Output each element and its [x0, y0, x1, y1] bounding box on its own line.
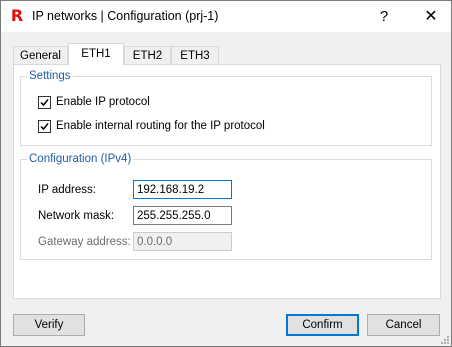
resize-grip-icon[interactable] — [439, 334, 449, 344]
settings-group: Settings Enable IP protocol Enable inter… — [20, 69, 432, 146]
confirm-button[interactable]: Confirm — [286, 314, 359, 336]
configuration-group: Configuration (IPv4) IP address: Network… — [20, 152, 432, 260]
help-button[interactable]: ? — [367, 1, 401, 32]
network-mask-input[interactable] — [133, 206, 232, 225]
enable-routing-checkbox[interactable] — [38, 120, 51, 133]
tab-eth2[interactable]: ETH2 — [124, 46, 171, 64]
ip-address-input[interactable] — [133, 180, 232, 199]
checkmark-icon — [40, 123, 49, 131]
title-bar[interactable]: R IP networks | Configuration (prj-1) ? … — [1, 1, 451, 32]
close-button[interactable]: ✕ — [411, 1, 451, 32]
checkmark-icon — [40, 99, 49, 107]
configuration-legend: Configuration (IPv4) — [27, 152, 134, 166]
settings-legend: Settings — [27, 69, 73, 83]
tab-general[interactable]: General — [13, 46, 68, 64]
tab-panel: Settings Enable IP protocol Enable inter… — [13, 64, 441, 299]
app-logo-icon: R — [10, 6, 24, 25]
verify-button[interactable]: Verify — [13, 314, 85, 336]
enable-ip-checkbox[interactable] — [38, 96, 51, 109]
dialog-window: R IP networks | Configuration (prj-1) ? … — [0, 0, 452, 347]
cancel-button[interactable]: Cancel — [367, 314, 440, 336]
tab-eth3[interactable]: ETH3 — [171, 46, 219, 64]
tab-eth1[interactable]: ETH1 — [68, 43, 124, 65]
enable-routing-label: Enable internal routing for the IP proto… — [56, 120, 265, 132]
network-mask-label: Network mask: — [38, 210, 115, 222]
enable-ip-label: Enable IP protocol — [56, 96, 150, 108]
window-title: IP networks | Configuration (prj-1) — [32, 9, 219, 23]
ip-address-label: IP address: — [38, 184, 96, 196]
gateway-address-input — [133, 232, 232, 251]
gateway-address-label: Gateway address: — [38, 236, 131, 248]
